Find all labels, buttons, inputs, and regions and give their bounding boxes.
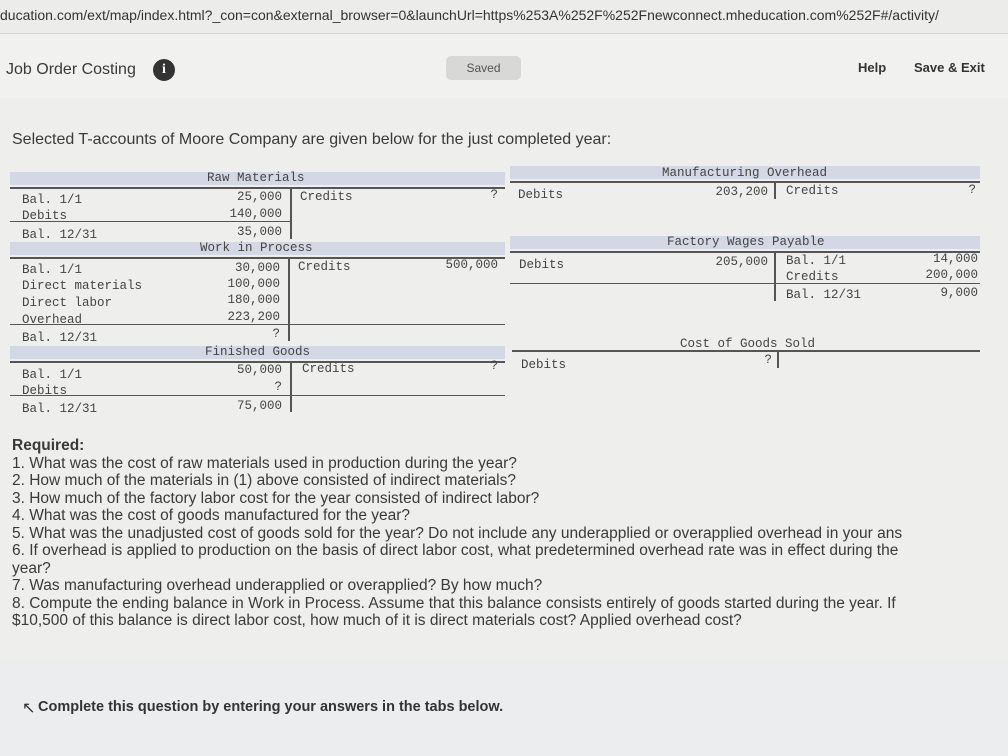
t-horizontal-line — [10, 187, 505, 189]
left-value: 30,000 — [234, 261, 280, 275]
credit-label: Credits — [298, 260, 351, 274]
t-vertical-line — [290, 187, 292, 239]
t-vertical-line — [777, 350, 779, 368]
info-icon[interactable]: i — [153, 59, 175, 81]
credit-value: ? — [490, 359, 498, 373]
left-value: 25,000 — [236, 190, 282, 204]
left-value: 180,000 — [227, 293, 280, 307]
subtotal-line — [10, 221, 290, 222]
t-vertical-line — [290, 361, 292, 412]
subtotal-line — [10, 324, 505, 325]
account-title: Manufacturing Overhead — [662, 166, 828, 180]
question-item: $10,500 of this balance is direct labor … — [12, 612, 742, 629]
mouse-cursor-icon: ↖ — [22, 700, 36, 717]
left-value: 100,000 — [227, 277, 280, 291]
debit-value: 205,000 — [715, 255, 768, 269]
account-title: Factory Wages Payable — [667, 235, 825, 249]
left-value: 50,000 — [236, 363, 282, 377]
left-value: 140,000 — [229, 207, 282, 221]
t-vertical-line — [774, 251, 776, 301]
t-vertical-line — [288, 257, 290, 341]
intro-text: Selected T-accounts of Moore Company are… — [12, 131, 612, 148]
left-value: 35,000 — [236, 225, 282, 239]
right-value: 9,000 — [940, 286, 978, 300]
left-value: 75,000 — [236, 399, 282, 413]
question-item: 1. What was the cost of raw materials us… — [12, 454, 517, 472]
account-title: Finished Goods — [205, 345, 311, 359]
browser-url-bar[interactable]: ducation.com/ext/map/index.html?_con=con… — [0, 0, 1008, 34]
left-label: Bal. 1/1 — [22, 193, 83, 207]
left-value: ? — [272, 327, 280, 341]
url-text: ducation.com/ext/map/index.html?_con=con… — [0, 7, 939, 23]
question-item: 4. What was the cost of goods manufactur… — [12, 507, 411, 524]
right-value: 14,000 — [932, 252, 978, 266]
question-item: 2. How much of the materials in (1) abov… — [12, 472, 516, 489]
right-label: Credits — [786, 270, 839, 284]
question-item: year? — [12, 559, 51, 577]
t-horizontal-line — [510, 181, 980, 183]
debit-label: Debits — [521, 358, 567, 372]
subtotal-line — [10, 395, 505, 396]
question-item: 8. Compute the ending balance in Work in… — [12, 594, 896, 612]
t-horizontal-line — [512, 350, 980, 352]
right-label: Bal. 12/31 — [786, 288, 862, 302]
left-label: Direct labor — [22, 296, 113, 310]
credit-value: ? — [968, 183, 976, 197]
question-item: 5. What was the unadjusted cost of goods… — [12, 524, 903, 542]
right-value: 200,000 — [925, 268, 978, 282]
left-label: Bal. 12/31 — [22, 331, 98, 345]
left-label: Bal. 12/31 — [22, 402, 98, 416]
debit-label: Debits — [519, 258, 565, 272]
help-link[interactable]: Help — [858, 60, 886, 75]
credit-value: ? — [490, 188, 498, 202]
t-vertical-line — [774, 181, 776, 199]
complete-instruction: Complete this question by entering your … — [38, 699, 504, 715]
question-item: 7. Was manufacturing overhead underappli… — [12, 577, 543, 594]
question-item: 3. How much of the factory labor cost fo… — [12, 489, 540, 507]
app-header: Job Order Costing i Saved Help Save & Ex… — [0, 34, 1008, 98]
required-questions: Required: 1. What was the cost of raw ma… — [12, 437, 1008, 630]
debit-value: 203,200 — [715, 185, 768, 199]
app-title: Job Order Costing — [6, 61, 136, 78]
account-title: Work in Process — [200, 241, 313, 255]
subtotal-line — [510, 283, 980, 284]
account-title: Cost of Goods Sold — [680, 337, 816, 351]
saved-button[interactable]: Saved — [446, 56, 521, 80]
question-item: 6. If overhead is applied to production … — [12, 542, 899, 559]
left-label: Bal. 1/1 — [22, 368, 83, 382]
credit-label: Credits — [786, 184, 839, 198]
left-value: 223,200 — [227, 310, 280, 324]
save-exit-link[interactable]: Save & Exit — [914, 60, 985, 75]
required-title: Required: — [12, 437, 85, 454]
left-label: Bal. 12/31 — [22, 228, 98, 242]
left-label: Bal. 1/1 — [22, 263, 83, 277]
debit-value: ? — [764, 353, 772, 367]
right-label: Bal. 1/1 — [786, 254, 847, 268]
credit-value: 500,000 — [445, 258, 498, 272]
credit-label: Credits — [302, 362, 355, 376]
left-label: Direct materials — [22, 279, 143, 293]
debit-label: Debits — [518, 188, 564, 202]
account-title: Raw Materials — [207, 171, 305, 185]
credit-label: Credits — [300, 190, 353, 204]
left-value: ? — [274, 380, 282, 394]
